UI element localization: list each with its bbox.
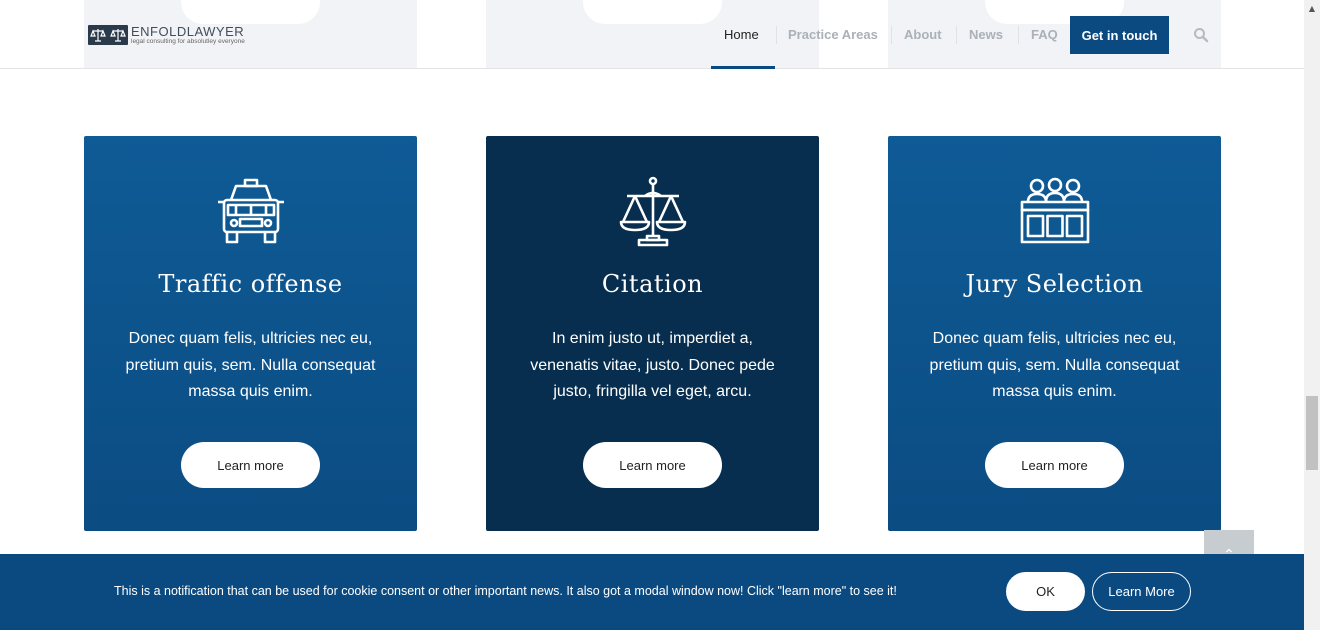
cookie-learn-more-button[interactable]: Learn More [1092, 572, 1191, 611]
scales-logo-icon [88, 25, 128, 45]
nav-faq[interactable]: FAQ [1031, 0, 1058, 68]
nav-about[interactable]: About [904, 0, 942, 68]
police-car-icon [213, 176, 289, 250]
cookie-notification-bar: This is a notification that can be used … [0, 554, 1304, 630]
card-description: Donec quam felis, ultricies nec eu, pret… [125, 330, 376, 400]
service-card-jury: Jury Selection Donec quam felis, ultrici… [888, 136, 1221, 531]
cookie-message: This is a notification that can be used … [114, 584, 897, 598]
nav-practice-areas[interactable]: Practice Areas [788, 0, 878, 68]
search-icon[interactable] [1193, 27, 1209, 43]
page-scrollbar[interactable]: ▲ [1304, 0, 1320, 630]
logo-tagline: legal consulting for absolutley everyone [131, 38, 245, 45]
nav-divider [776, 26, 777, 44]
service-card-citation: Citation In enim justo ut, imperdiet a, … [486, 136, 819, 531]
nav-divider [1018, 26, 1019, 44]
nav-divider [956, 26, 957, 44]
scrollbar-thumb[interactable] [1306, 396, 1318, 470]
learn-more-button[interactable]: Learn more [181, 442, 320, 488]
service-card-traffic: Traffic offense Donec quam felis, ultric… [84, 136, 417, 531]
card-title: Jury Selection [965, 270, 1144, 298]
nav-news[interactable]: News [969, 0, 1003, 68]
site-logo[interactable]: ENFOLDLAWYER legal consulting for absolu… [88, 25, 245, 46]
site-header: ENFOLDLAWYER legal consulting for absolu… [0, 0, 1304, 69]
logo-name-bold: LAWYER [186, 24, 245, 39]
card-title: Traffic offense [158, 270, 343, 298]
logo-name-light: ENFOLD [131, 24, 187, 39]
card-description: In enim justo ut, imperdiet a, venenatis… [530, 330, 775, 400]
card-title: Citation [601, 270, 704, 298]
scales-of-justice-icon [615, 176, 691, 250]
jury-box-icon [1017, 176, 1093, 250]
get-in-touch-button[interactable]: Get in touch [1070, 16, 1169, 54]
card-description: Donec quam felis, ultricies nec eu, pret… [929, 330, 1180, 400]
learn-more-button[interactable]: Learn more [583, 442, 722, 488]
nav-active-indicator [711, 66, 775, 69]
learn-more-button[interactable]: Learn more [985, 442, 1124, 488]
cookie-ok-button[interactable]: OK [1006, 572, 1085, 611]
nav-home[interactable]: Home [724, 0, 759, 68]
scroll-up-arrow-icon[interactable]: ▲ [1304, 0, 1320, 16]
nav-divider [891, 26, 892, 44]
